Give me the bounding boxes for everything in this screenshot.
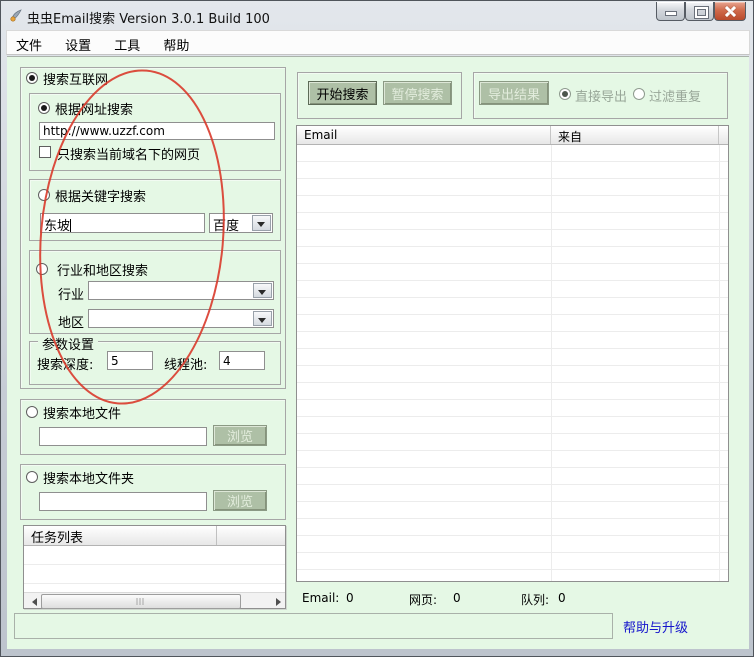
keyword-text: 东坡 [44,219,71,233]
scroll-right-icon[interactable] [270,594,284,607]
label-industry-search: 行业和地区搜索 [57,264,149,279]
label-search-depth: 搜索深度: [37,358,94,373]
label-region: 地区 [58,316,85,331]
engine-selected-value: 百度 [213,219,240,234]
column-header-email[interactable]: Email [297,126,551,144]
radio-industry-search[interactable] [36,263,48,275]
radio-local-file[interactable] [26,406,38,418]
checkbox-current-domain[interactable] [39,146,51,158]
browse-file-button[interactable]: 浏览 [213,425,267,446]
label-direct-export: 直接导出 [575,90,628,105]
minimize-icon [666,12,676,15]
radio-filter-duplicates[interactable] [633,88,645,100]
radio-search-internet[interactable] [26,72,38,84]
radio-local-folder[interactable] [26,471,38,483]
url-input[interactable] [39,122,275,140]
status-pages-value: 0 [453,591,461,605]
task-list-header-cell[interactable]: 任务列表 [24,526,217,546]
engine-select[interactable]: 百度 [209,213,273,234]
minimize-button[interactable] [656,2,685,21]
app-window: 虫虫Email搜索 Version 3.0.1 Build 100 文件 设置 … [0,0,754,657]
scroll-left-icon[interactable] [25,594,39,607]
local-file-path-input[interactable] [39,427,207,446]
status-queue-value: 0 [558,591,566,605]
thread-pool-input[interactable] [219,351,265,370]
label-url-search: 根据网址搜索 [55,103,134,118]
scrollbar-thumb[interactable] [41,594,241,609]
start-search-button[interactable]: 开始搜索 [308,81,377,105]
pause-search-button[interactable]: 暂停搜索 [383,81,452,105]
menu-help[interactable]: 帮助 [154,31,198,58]
status-queue-label: 队列: [521,593,550,607]
local-folder-path-input[interactable] [39,492,207,511]
radio-keyword-search[interactable] [38,189,50,201]
pause-search-label: 暂停搜索 [391,87,444,103]
column-divider [551,145,552,581]
menu-tools[interactable]: 工具 [105,31,149,58]
maximize-button[interactable] [685,2,714,21]
column-header-source[interactable]: 来自 [551,126,719,144]
label-current-domain: 只搜索当前域名下的网页 [57,148,201,163]
maximize-icon [695,7,708,18]
help-upgrade-link[interactable]: 帮助与升级 [623,617,688,636]
label-filter-duplicates: 过滤重复 [649,90,702,105]
window-title: 虫虫Email搜索 Version 3.0.1 Build 100 [27,12,270,27]
radio-url-search[interactable] [38,102,50,114]
industry-select[interactable] [88,281,274,300]
progress-bar [14,613,613,639]
menu-file[interactable]: 文件 [7,31,51,58]
status-pages-label: 网页: [409,593,438,607]
browse-folder-label: 浏览 [226,495,253,510]
label-local-file: 搜索本地文件 [43,407,122,422]
task-list: 任务列表 [23,525,286,609]
browse-folder-button[interactable]: 浏览 [213,490,267,511]
start-search-label: 开始搜索 [316,87,369,103]
label-industry: 行业 [58,288,85,303]
results-table: Email 来自 [296,125,729,582]
chevron-down-icon[interactable] [253,283,272,298]
scrollbar-grip-icon [136,598,146,605]
column-divider [719,145,720,581]
column-header-spacer [719,126,728,144]
label-thread-pool: 线程池: [164,358,208,373]
task-list-hscrollbar[interactable] [24,592,285,609]
export-results-label: 导出结果 [487,87,540,103]
label-params: 参数设置 [38,334,99,353]
chevron-down-icon[interactable] [253,311,272,326]
label-keyword-search: 根据关键字搜索 [55,190,147,205]
status-email-label: Email: [302,591,340,605]
results-table-header: Email 来自 [297,126,728,145]
status-email-value: 0 [346,591,354,605]
menu-settings[interactable]: 设置 [56,31,100,58]
keyword-input[interactable]: 东坡 [40,213,205,233]
app-icon [10,9,22,22]
close-button[interactable] [714,2,746,21]
radio-direct-export[interactable] [559,88,571,100]
label-local-folder: 搜索本地文件夹 [43,472,135,487]
region-select[interactable] [88,309,274,328]
task-list-header: 任务列表 [24,526,285,546]
browse-file-label: 浏览 [226,430,253,445]
text-caret [70,219,72,232]
label-search-internet: 搜索互联网 [43,73,109,88]
menu-bar: 文件 设置 工具 帮助 [6,30,750,55]
results-table-body[interactable] [297,145,728,581]
chevron-down-icon[interactable] [252,215,271,231]
search-depth-input[interactable] [107,351,153,370]
close-icon [724,5,736,17]
export-results-button[interactable]: 导出结果 [479,81,549,105]
task-list-body[interactable] [24,546,285,593]
